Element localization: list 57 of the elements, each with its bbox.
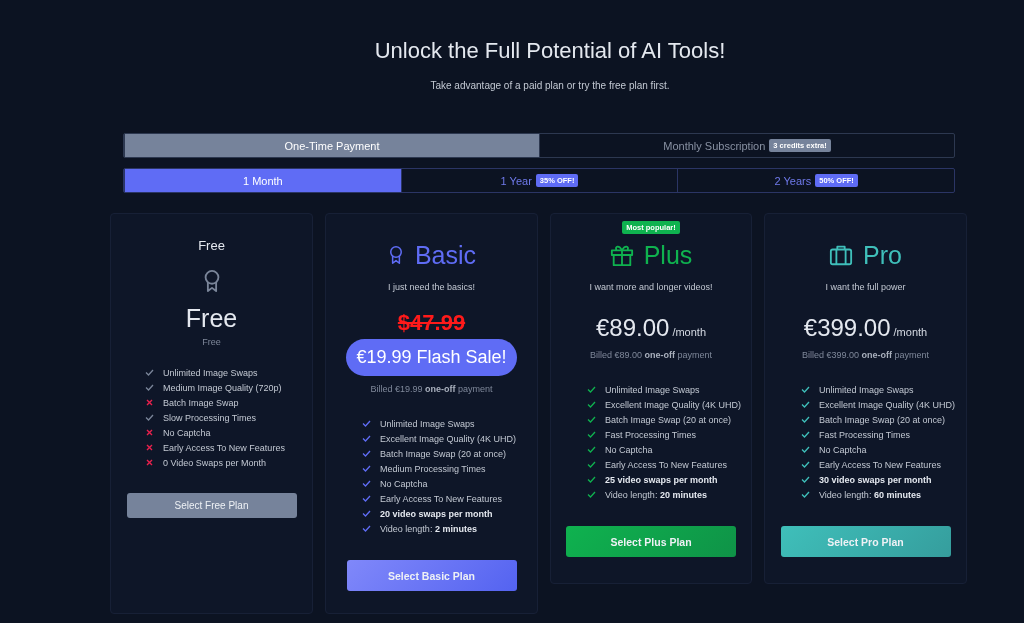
feature-text: Unlimited Image Swaps [380, 418, 475, 429]
plan-name: Pro [863, 240, 902, 270]
feature-text: Video length: 2 minutes [380, 523, 477, 534]
feature-text: No Captcha [819, 444, 867, 455]
select-plan-button[interactable]: Select Pro Plan [780, 526, 951, 557]
feature-text: Fast Processing Times [605, 429, 697, 440]
plan-price: €89.00 [595, 314, 670, 342]
feature-text: 25 video swaps per month [605, 474, 718, 485]
feature-text: Unlimited Image Swaps [819, 384, 914, 395]
plan-name: Free [198, 238, 225, 253]
price-note: Free [202, 337, 221, 347]
price-period: /month [672, 326, 706, 338]
select-plan-button[interactable]: Select Free Plan [126, 493, 297, 518]
feature-text: 0 Video Swaps per Month [163, 457, 266, 468]
page-title: Unlock the Full Potential of AI Tools! [374, 38, 726, 64]
feature-text: Early Access To New Features [380, 493, 502, 504]
flash-sale-price: €19.99 Flash Sale! [346, 339, 517, 376]
tab[interactable]: 1 Month [124, 169, 401, 192]
feature-text: 20 video swaps per month [380, 508, 493, 519]
feature-text: Slow Processing Times [163, 412, 257, 423]
plan-name: Basic [414, 240, 477, 270]
feature-text: Early Access To New Features [605, 459, 727, 470]
billing-note: Billed €89.00 one-off payment [589, 350, 713, 360]
feature-text: Excellent Image Quality (4K UHD) [819, 399, 956, 410]
feature-text: Early Access To New Features [819, 459, 941, 470]
feature-text: 30 video swaps per month [819, 474, 932, 485]
billing-note: Billed €399.00 one-off payment [801, 350, 930, 360]
plan-price: €399.00 [803, 314, 891, 342]
plan-tagline: I want more and longer videos! [589, 282, 713, 292]
feature-text: Medium Processing Times [380, 463, 486, 474]
feature-text: Video length: 60 minutes [819, 489, 921, 500]
price-period: /month [893, 326, 928, 338]
select-plan-button[interactable]: Select Plus Plan [566, 526, 736, 557]
feature-text: Excellent Image Quality (4K UHD) [605, 399, 742, 410]
old-price: $47.99 [397, 310, 466, 336]
plan-tagline: I just need the basics! [387, 282, 476, 292]
feature-text: Unlimited Image Swaps [605, 384, 700, 395]
feature-text: Batch Image Swap (20 at once) [819, 414, 946, 425]
feature-text: Excellent Image Quality (4K UHD) [380, 433, 517, 444]
feature-text: No Captcha [380, 478, 428, 489]
page-subtitle: Take advantage of a paid plan or try the free plan first. [430, 80, 670, 91]
feature-text: Batch Image Swap (20 at once) [380, 448, 507, 459]
feature-text: Early Access To New Features [163, 442, 285, 453]
feature-text: Unlimited Image Swaps [163, 367, 258, 378]
billing-note: Billed €19.99 one-off payment [370, 384, 493, 394]
tab[interactable]: One-Time Payment [124, 134, 539, 157]
feature-text: Batch Image Swap [163, 397, 239, 408]
feature-text: No Captcha [163, 427, 211, 438]
feature-text: Batch Image Swap (20 at once) [605, 414, 732, 425]
plan-tagline: I want the full power [825, 282, 906, 292]
plan-price: Free [185, 304, 238, 333]
feature-text: Medium Image Quality (720p) [163, 382, 282, 393]
feature-text: Video length: 20 minutes [605, 489, 707, 500]
feature-text: Fast Processing Times [819, 429, 911, 440]
feature-text: No Captcha [605, 444, 653, 455]
select-plan-button[interactable]: Select Basic Plan [346, 560, 517, 591]
plan-name: Plus [643, 240, 693, 270]
